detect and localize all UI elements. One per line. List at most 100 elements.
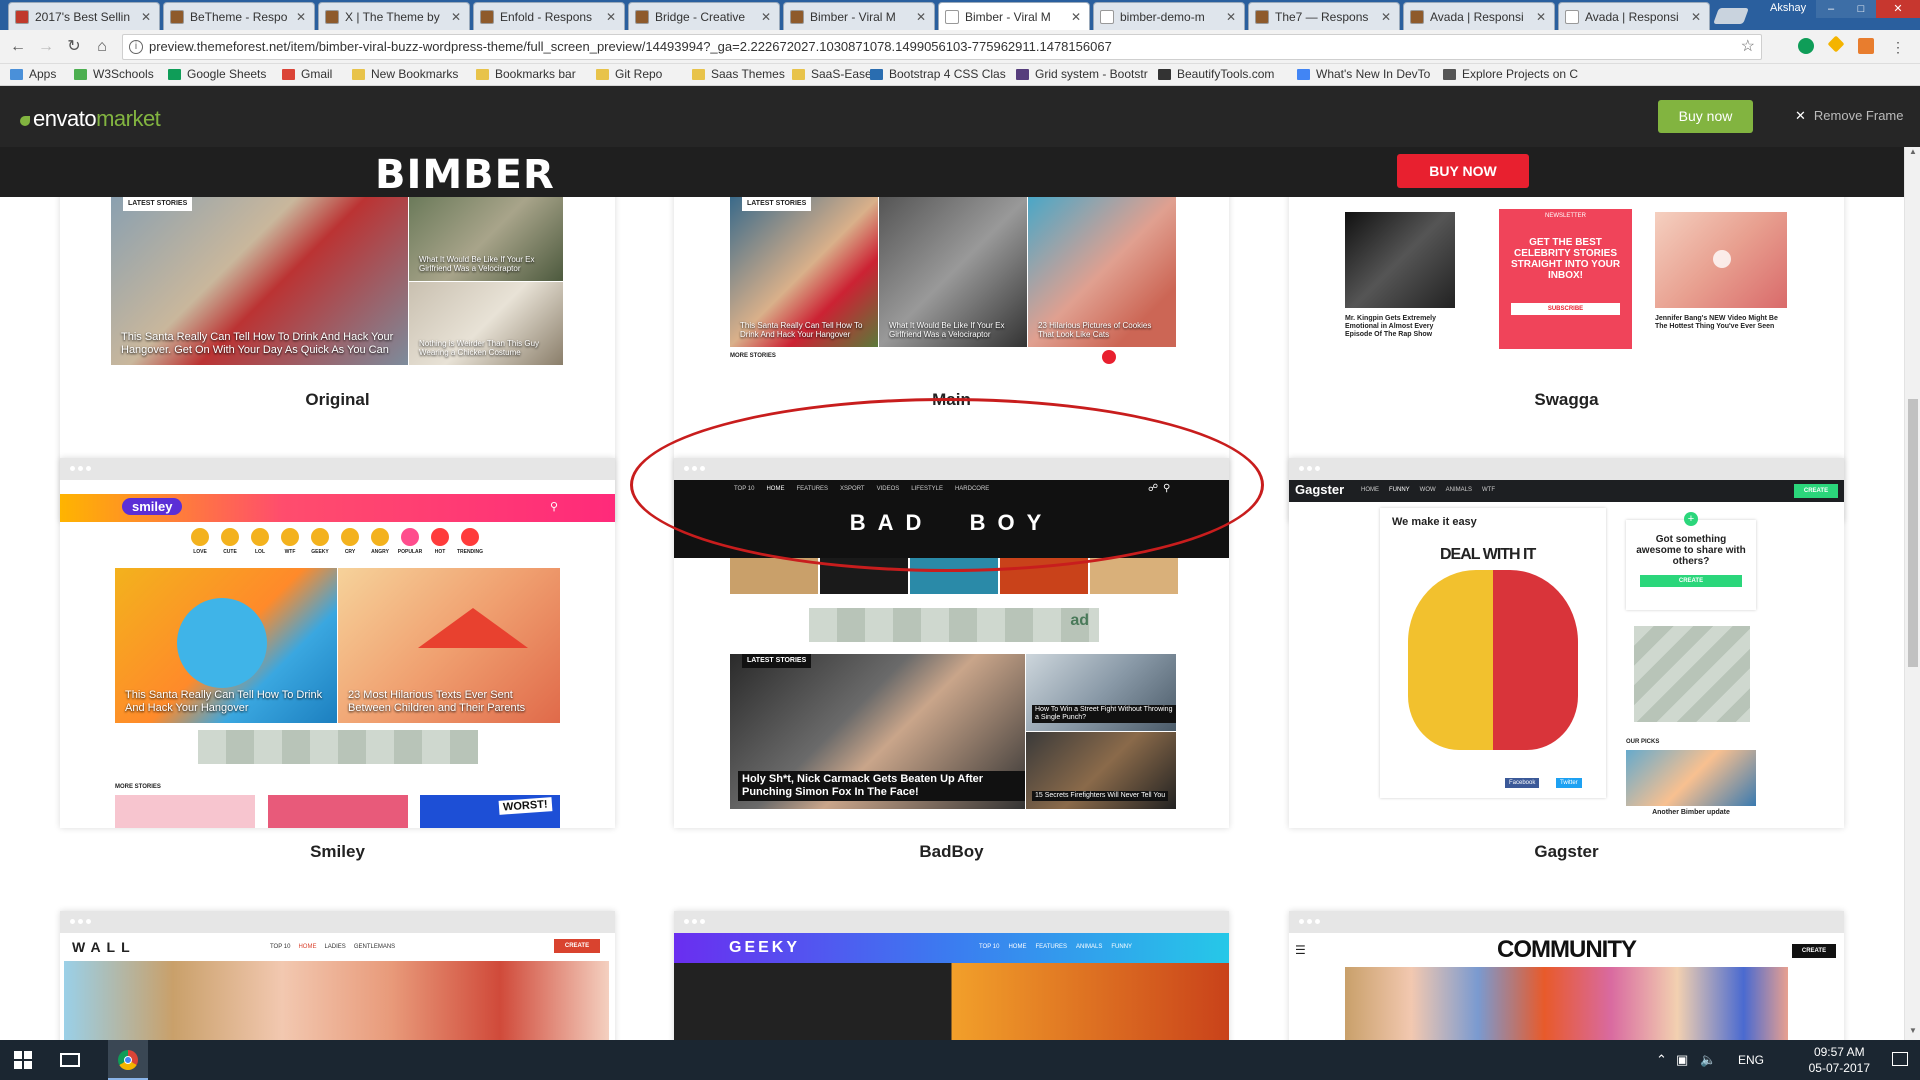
original-tile-2[interactable]: What It Would Be Like If Your Ex Girlfri… <box>409 197 563 281</box>
remove-frame-link[interactable]: ✕ Remove Frame <box>1795 108 1903 124</box>
profile-name[interactable]: Akshay <box>1770 2 1806 14</box>
browser-tab[interactable]: 2017's Best Sellin ✕ <box>8 2 160 30</box>
demo-label-badboy[interactable]: BadBoy <box>674 842 1229 862</box>
bookmark-item[interactable]: Grid system - Bootstr <box>1016 67 1148 81</box>
nav-menu-item[interactable]: WTF <box>1482 487 1495 493</box>
ad-banner[interactable] <box>198 730 478 764</box>
more-story-thumb[interactable] <box>115 795 255 828</box>
demo-label-gagster[interactable]: Gagster <box>1289 842 1844 862</box>
browser-tab[interactable]: X | The Theme by ✕ <box>318 2 470 30</box>
demo-card-geeky[interactable]: GEEKY TOP 10 HOME FEATURES ANIMALS FUNNY <box>674 911 1229 1040</box>
create-button[interactable]: CREATE <box>554 939 600 953</box>
nav-menu-item[interactable]: LADIES <box>324 944 345 950</box>
swagga-newsletter[interactable]: NEWSLETTER GET THE BEST CELEBRITY STORIE… <box>1499 209 1632 349</box>
windows-start-icon[interactable] <box>14 1051 32 1069</box>
browser-tab[interactable]: Bimber - Viral M ✕ <box>938 2 1090 30</box>
browser-tab[interactable]: Enfold - Respons ✕ <box>473 2 625 30</box>
reaction-hot[interactable]: HOT <box>425 528 455 555</box>
reaction-angry[interactable]: ANGRY <box>365 528 395 555</box>
bookmark-item[interactable]: SaaS-Ease <box>792 67 872 81</box>
demo-label-smiley[interactable]: Smiley <box>60 842 615 862</box>
task-view-icon[interactable] <box>60 1053 80 1067</box>
demo-card-gagster[interactable]: Gagster HOME FUNNY WOW ANIMALS WTF CREATE We… <box>1289 458 1844 828</box>
tab-close-icon[interactable]: ✕ <box>1534 10 1548 24</box>
wall-thumbnail-strip[interactable] <box>64 961 609 1040</box>
main-tile-1[interactable]: LATEST STORIES This Santa Really Can Tel… <box>730 197 878 347</box>
browser-tab[interactable]: Bridge - Creative ✕ <box>628 2 780 30</box>
reaction-cute[interactable]: CUTE <box>215 528 245 555</box>
tab-close-icon[interactable]: ✕ <box>759 10 773 24</box>
volume-icon[interactable]: 🔈 <box>1700 1052 1716 1068</box>
tab-close-icon[interactable]: ✕ <box>294 10 308 24</box>
chrome-taskbar-icon[interactable] <box>108 1040 148 1080</box>
maximize-icon[interactable]: □ <box>1846 0 1876 18</box>
play-icon[interactable] <box>1713 250 1731 268</box>
reaction-popular[interactable]: POPULAR <box>395 528 425 555</box>
tab-close-icon[interactable]: ✕ <box>914 10 928 24</box>
create-button[interactable]: CREATE <box>1640 575 1742 587</box>
bookmark-item[interactable]: BeautifyTools.com <box>1158 67 1274 81</box>
browser-tab[interactable]: BeTheme - Respo ✕ <box>163 2 315 30</box>
create-button[interactable]: CREATE <box>1792 944 1836 958</box>
geeky-hero[interactable] <box>674 963 1229 1040</box>
swagga-tile-2[interactable] <box>1655 212 1787 308</box>
reaction-love[interactable]: LOVE <box>185 528 215 555</box>
reload-icon[interactable]: ↻ <box>64 37 84 57</box>
tab-close-icon[interactable]: ✕ <box>1224 10 1238 24</box>
nav-menu-item[interactable]: FEATURES <box>1035 944 1067 950</box>
bimber-logo[interactable]: BIMBER <box>375 152 555 198</box>
browser-tab[interactable]: Bimber - Viral M ✕ <box>783 2 935 30</box>
reaction-wtf[interactable]: WTF <box>275 528 305 555</box>
extension-star-icon[interactable] <box>1827 35 1845 53</box>
badboy-tile-2[interactable]: How To Win a Street Fight Without Throwi… <box>1026 654 1176 731</box>
nav-menu-item[interactable]: ANIMALS <box>1446 487 1472 493</box>
reaction-lol[interactable]: LOL <box>245 528 275 555</box>
demo-card-wall[interactable]: WALL TOP 10 HOME LADIES GENTLEMANS CREATE <box>60 911 615 1040</box>
bookmark-item[interactable]: Gmail <box>282 67 332 81</box>
envato-buy-now-button[interactable]: Buy now <box>1658 100 1753 133</box>
browser-tab[interactable]: bimber-demo-m ✕ <box>1093 2 1245 30</box>
action-center-icon[interactable] <box>1892 1052 1908 1066</box>
nav-menu-item[interactable]: GENTLEMANS <box>354 944 395 950</box>
address-bar[interactable]: i preview.themeforest.net/item/bimber-vi… <box>122 34 1762 60</box>
more-story-thumb[interactable] <box>268 795 408 828</box>
bookmark-item[interactable]: W3Schools <box>74 67 154 81</box>
scroll-up-arrow-icon[interactable]: ▲ <box>1905 147 1920 161</box>
bookmark-item[interactable]: Bookmarks bar <box>476 67 576 81</box>
site-info-icon[interactable]: i <box>129 40 143 54</box>
nav-menu-item[interactable]: WOW <box>1420 487 1436 493</box>
back-arrow-icon[interactable]: ← <box>8 37 28 57</box>
nav-menu-item[interactable]: TOP 10 <box>270 944 290 950</box>
page-scrollbar[interactable]: ▲ ▼ <box>1904 147 1920 1040</box>
nav-menu-item[interactable]: FUNNY <box>1389 487 1410 493</box>
tab-close-icon[interactable]: ✕ <box>1689 10 1703 24</box>
new-tab-button[interactable] <box>1713 8 1749 24</box>
menu-kebab-icon[interactable]: ⋮ <box>1888 37 1908 57</box>
badboy-tile-3[interactable]: 15 Secrets Firefighters Will Never Tell … <box>1026 732 1176 809</box>
ad-banner[interactable]: ad <box>809 608 1099 642</box>
scrollbar-thumb[interactable] <box>1908 399 1918 667</box>
bookmark-item[interactable]: What's New In DevTo <box>1297 67 1430 81</box>
forward-arrow-icon[interactable]: → <box>36 37 56 57</box>
bookmark-item[interactable]: New Bookmarks <box>352 67 458 81</box>
language-indicator[interactable]: ENG <box>1738 1053 1764 1067</box>
original-tile-3[interactable]: Nothing is Weirder Than This Guy Wearing… <box>409 282 563 365</box>
ad-banner[interactable] <box>1634 626 1750 722</box>
tab-close-icon[interactable]: ✕ <box>1069 10 1083 24</box>
nav-menu-item[interactable]: ANIMALS <box>1076 944 1102 950</box>
demo-card-smiley[interactable]: smiley ⚲ LOVE CUTE LOL WTF GEEKY CRY ANGRY POPU… <box>60 458 615 828</box>
bookmark-item[interactable]: Google Sheets <box>168 67 266 81</box>
original-hero-tile[interactable]: LATEST STORIES This Santa Really Can Tel… <box>111 197 408 365</box>
badboy-hero-tile[interactable]: LATEST STORIES Holy Sh*t, Nick Carmack G… <box>730 654 1025 809</box>
envato-market-logo[interactable]: envatomarket <box>20 106 161 132</box>
nav-menu-item[interactable]: HOME <box>1361 487 1379 493</box>
bookmark-item[interactable]: Explore Projects on C <box>1443 67 1578 81</box>
extension-orange-icon[interactable] <box>1858 38 1874 54</box>
story-thumbnail[interactable] <box>1090 558 1178 594</box>
nav-menu-item[interactable]: FUNNY <box>1111 944 1132 950</box>
gagster-post[interactable]: We make it easy DEAL WITH IT Facebook Tw… <box>1380 508 1606 798</box>
community-logo[interactable]: COMMUNITY <box>1289 936 1844 964</box>
nav-menu-item[interactable]: HOME <box>298 944 316 950</box>
reaction-trending[interactable]: TRENDING <box>455 528 485 555</box>
demo-label-swagga[interactable]: Swagga <box>1289 390 1844 410</box>
